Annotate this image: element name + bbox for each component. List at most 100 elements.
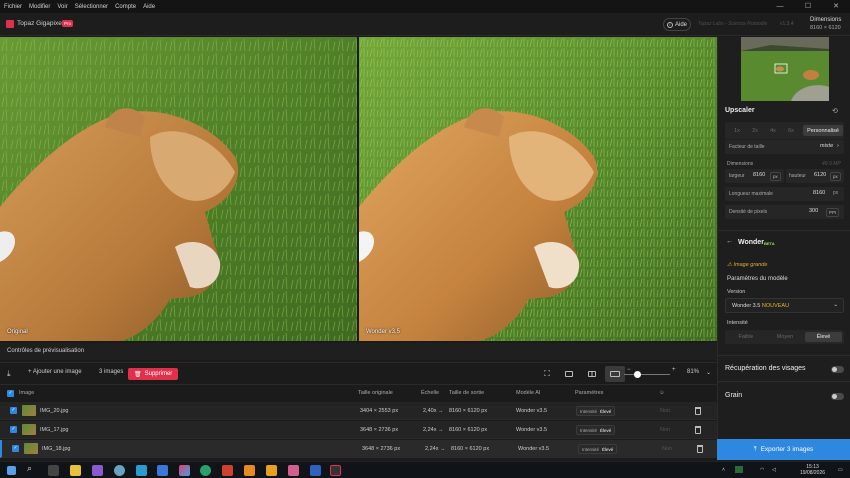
preview-upscaled[interactable]: Wonder v3.5 [359, 37, 717, 341]
right-sidebar: Upscaler ⟲ 1x 2x 4x 6x Personnalisé Fact… [717, 37, 850, 461]
notification-icon[interactable]: ▭ [838, 467, 843, 473]
fit-view-button[interactable]: ⛶ [537, 366, 557, 382]
vlc-icon[interactable] [244, 465, 255, 476]
zoom-slider[interactable] [624, 374, 670, 375]
scale-2x[interactable]: 2x [747, 125, 763, 136]
table-row[interactable]: ✓ IMG_18.jpg 3648 × 2736 px 2,24x → 8160… [0, 440, 717, 458]
image-count: 3 images [99, 369, 124, 375]
intensity-high[interactable]: Élevé [805, 332, 842, 342]
image-thumbnail [22, 405, 36, 416]
search-icon[interactable]: ⌕ [27, 463, 38, 474]
zoom-in-icon[interactable]: + [672, 367, 676, 373]
output-dimensions: Dimensions 8160 × 6120 [810, 16, 841, 32]
height-unit[interactable]: px [830, 172, 841, 181]
warning-text: Image grande [733, 262, 768, 268]
row-param-tag: Intensité Élevé [576, 425, 616, 435]
chrome-like-icon[interactable] [114, 465, 125, 476]
row-model: Wonder v3.5 [516, 408, 548, 414]
row-delete-icon[interactable] [697, 445, 703, 453]
row-scale: 2,24x → [423, 427, 444, 433]
width-unit[interactable]: px [770, 172, 781, 181]
clock[interactable]: 15:13 19/08/2026 [800, 464, 825, 476]
back-arrow-icon[interactable]: ← [726, 238, 733, 245]
menu-modifier[interactable]: Modifier [26, 4, 53, 10]
delete-button[interactable]: 🗑 Supprimer [128, 368, 179, 380]
scale-custom[interactable]: Personnalisé [803, 125, 843, 136]
split-view-button[interactable] [582, 366, 602, 382]
select-all-checkbox[interactable]: ✓ [7, 390, 14, 397]
factor-row[interactable]: Facteur de taille mixte › [725, 140, 844, 154]
grain-toggle[interactable] [831, 393, 844, 400]
export-button[interactable]: ⤒ Exporter 3 images [717, 439, 850, 460]
edge-icon[interactable] [200, 465, 211, 476]
intensity-medium[interactable]: Moyen [766, 332, 804, 342]
scale-6x[interactable]: 6x [783, 125, 799, 136]
menu-aide[interactable]: Aide [140, 4, 158, 10]
intensity-label: Intensité [727, 320, 748, 326]
app-icon[interactable] [92, 465, 103, 476]
table-row[interactable]: ✓ IMG_17.jpg 3648 × 2736 px 2,24x → 8160… [0, 421, 717, 439]
face-icon: ☺ [659, 390, 665, 396]
density-field[interactable]: Densité de pixels 300 PPI [725, 205, 844, 219]
version-select[interactable]: Wonder 3.5 NOUVEAU ⌄ [725, 298, 844, 313]
row-checkbox[interactable]: ✓ [12, 445, 19, 452]
maxlen-unit: px [833, 190, 839, 196]
row-checkbox[interactable]: ✓ [10, 426, 17, 433]
table-row[interactable]: ✓ IMG_20.jpg 3404 × 2553 px 2,40x → 8160… [0, 402, 717, 420]
help-button[interactable]: i Aide [663, 18, 691, 31]
density-value: 300 [809, 208, 819, 214]
row-model: Wonder v3.5 [518, 446, 550, 452]
face-recovery-toggle[interactable] [831, 366, 844, 373]
store-icon[interactable] [157, 465, 168, 476]
intensity-low[interactable]: Faible [727, 332, 765, 342]
zoom-slider-handle[interactable] [634, 371, 641, 378]
app-icon[interactable] [136, 465, 147, 476]
topaz-taskbar-icon[interactable] [330, 465, 341, 476]
height-field[interactable]: hauteur 6120 px [786, 169, 844, 183]
chevron-down-icon[interactable]: ⌄ [706, 369, 711, 376]
file-explorer-icon[interactable] [70, 465, 81, 476]
nvidia-icon[interactable] [735, 466, 743, 473]
density-unit[interactable]: PPI [826, 208, 840, 217]
menu-bar: Fichier Modifier Voir Sélectionner Compt… [0, 0, 850, 13]
menu-compte[interactable]: Compte [112, 4, 139, 10]
menu-selectionner[interactable]: Sélectionner [72, 4, 111, 10]
chevron-right-icon: › [837, 143, 839, 149]
version-text: v1.3.4 [780, 21, 794, 27]
row-scale: 2,40x → [423, 408, 444, 414]
windows-taskbar: ⌕ ˄ ◠ ◁ 15:13 19/08/2026 ▭ [0, 461, 850, 478]
navigator-minimap[interactable] [741, 37, 829, 101]
side-by-side-button[interactable] [605, 366, 625, 382]
teams-icon[interactable] [310, 465, 321, 476]
office-icon[interactable] [222, 465, 233, 476]
volume-icon[interactable]: ◁ [772, 467, 776, 473]
zoom-out-icon[interactable]: − [627, 367, 631, 373]
close-icon[interactable]: ✕ [822, 0, 850, 13]
row-delete-icon[interactable] [695, 426, 701, 434]
app-icon[interactable] [288, 465, 299, 476]
width-field[interactable]: largeur 8160 px [725, 169, 784, 183]
scale-1x[interactable]: 1x [729, 125, 745, 136]
add-image-button[interactable]: + Ajouter une image [28, 369, 82, 375]
import-icon[interactable]: ⤓ [7, 369, 11, 379]
copilot-icon[interactable] [179, 465, 190, 476]
maxlen-field[interactable]: Longueur maximale 8160 px [725, 187, 844, 201]
maximize-icon[interactable]: ☐ [794, 0, 822, 13]
vlc-icon[interactable] [266, 465, 277, 476]
menu-voir[interactable]: Voir [54, 4, 70, 10]
row-checkbox[interactable]: ✓ [10, 407, 17, 414]
menu-fichier[interactable]: Fichier [1, 4, 25, 10]
crop-icon[interactable]: ⟲ [832, 107, 838, 115]
windows-start-icon[interactable] [7, 466, 16, 475]
minimize-icon[interactable]: — [766, 0, 794, 13]
window-controls: — ☐ ✕ [766, 0, 850, 13]
task-view-icon[interactable] [48, 465, 59, 476]
info-icon: i [666, 21, 673, 28]
single-view-button[interactable] [559, 366, 579, 382]
preview-original[interactable]: Original [0, 37, 357, 341]
row-delete-icon[interactable] [695, 407, 701, 415]
wifi-icon[interactable]: ◠ [760, 467, 764, 473]
scale-4x[interactable]: 4x [765, 125, 781, 136]
divider [718, 381, 850, 382]
tray-chevron-icon[interactable]: ˄ [722, 467, 725, 473]
